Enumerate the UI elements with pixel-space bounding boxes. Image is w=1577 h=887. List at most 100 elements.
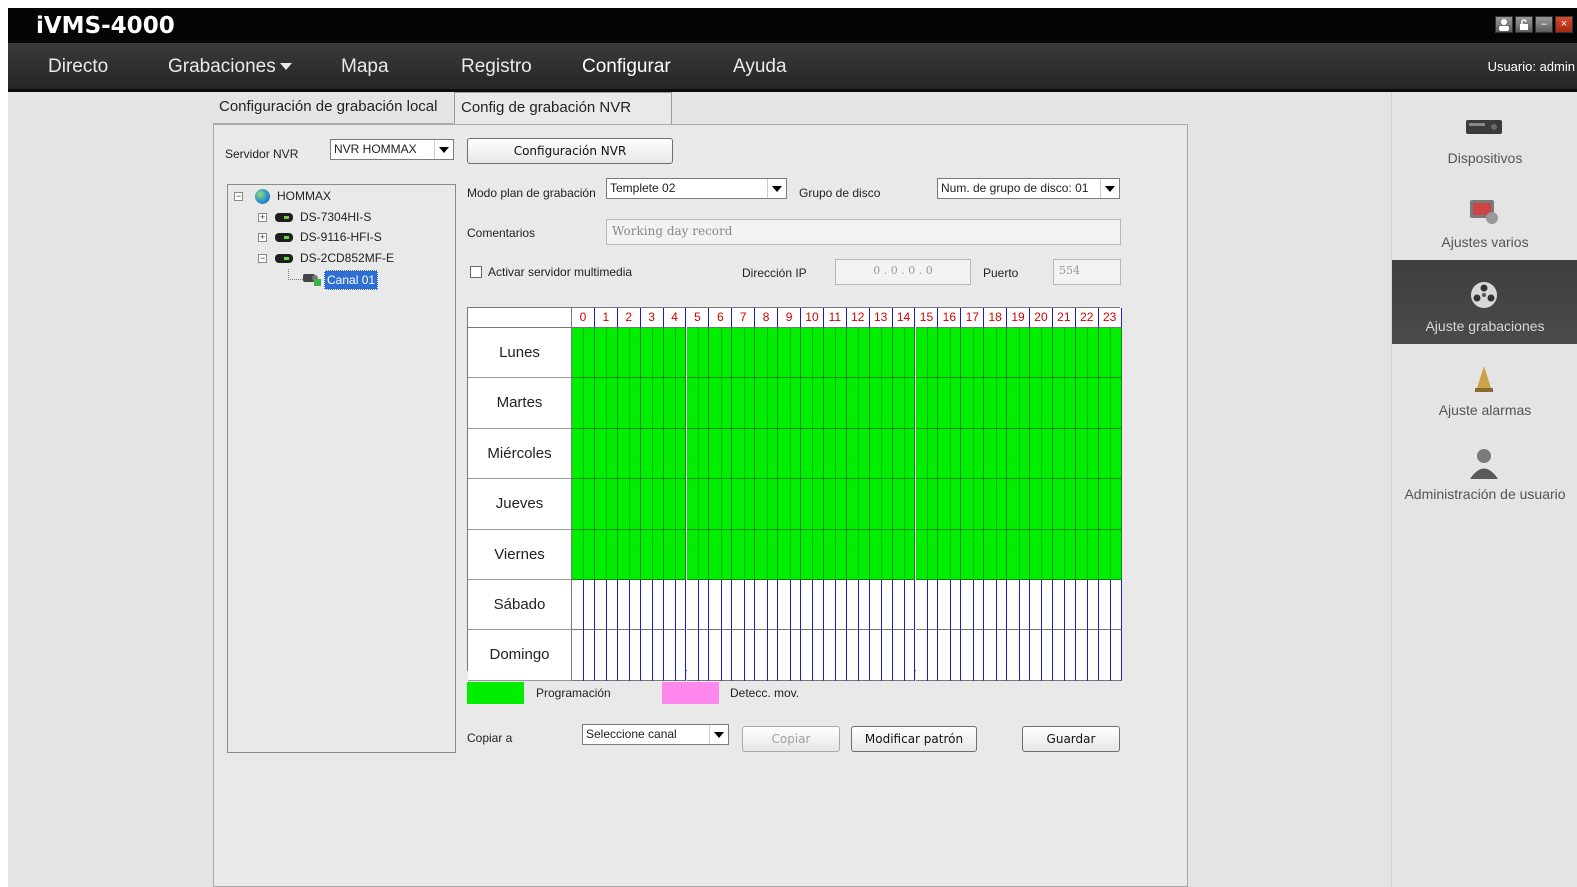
half-hour-line — [652, 428, 654, 480]
sidebar-item-recording[interactable]: Ajuste grabaciones — [1392, 260, 1577, 344]
half-hour-line — [720, 529, 722, 580]
half-hour-line — [904, 580, 906, 631]
tab-local-recording[interactable]: Configuración de grabación local — [213, 92, 453, 124]
close-button[interactable]: × — [1555, 16, 1573, 33]
hour-header: 5 — [686, 308, 710, 328]
sidebar-item-users[interactable]: Administración de usuario — [1392, 428, 1577, 512]
half-hour-line — [720, 328, 722, 379]
modify-pattern-button[interactable]: Modificar patrón — [851, 726, 977, 752]
half-hour-line — [766, 328, 768, 379]
half-hour-line — [1041, 428, 1043, 480]
half-hour-line — [949, 479, 951, 530]
half-hour-line — [629, 580, 631, 631]
half-hour-line — [720, 630, 722, 681]
half-hour-line — [583, 428, 585, 480]
half-hour-line — [652, 328, 654, 379]
port-input[interactable]: 554 — [1053, 259, 1121, 285]
menu-directo[interactable]: Directo — [48, 56, 108, 78]
comments-input[interactable]: Working day record — [606, 219, 1121, 245]
tree-expand-icon[interactable]: + — [258, 233, 267, 242]
half-hour-line — [972, 328, 974, 379]
lock-icon[interactable] — [1515, 16, 1533, 33]
half-hour-line — [583, 328, 585, 379]
sidebar-item-alarms[interactable]: Ajuste alarmas — [1392, 344, 1577, 428]
menu-grabaciones[interactable]: Grabaciones — [168, 56, 292, 78]
sidebar-item-settings[interactable]: Ajustes varios — [1392, 176, 1577, 260]
tree-device-3[interactable]: − DS-2CD852MF-E — [258, 249, 438, 267]
half-hour-line — [766, 479, 768, 530]
tab-nvr-recording[interactable]: Config de grabación NVR — [454, 92, 672, 124]
half-hour-line — [583, 479, 585, 530]
plan-mode-select[interactable]: Templete 02 — [606, 178, 787, 199]
disk-group-value: Num. de grupo de disco: 01 — [941, 181, 1089, 195]
channel-select[interactable]: Seleccione canal — [582, 724, 729, 745]
ip-address-input[interactable]: 0 . 0 . 0 . 0 — [835, 259, 971, 285]
schedule-grid[interactable]: 0 1 2 3 4 5 6 7 8 9 10 11 12 13 14 15 16 17 18 19 20 21 22 23 Lu… — [467, 307, 1122, 681]
day-label: Jueves — [468, 479, 572, 530]
config-sidebar: Dispositivos Ajustes varios Ajuste graba… — [1391, 92, 1577, 887]
half-hour-line — [1018, 580, 1020, 631]
half-hour-line — [972, 630, 974, 681]
chevron-down-icon[interactable] — [1100, 179, 1119, 198]
minimize-icon: – — [1540, 18, 1548, 30]
half-hour-line — [835, 630, 837, 681]
half-hour-line — [1087, 580, 1089, 631]
tree-device-2[interactable]: + DS-9116-HFI-S — [258, 228, 438, 246]
half-hour-line — [720, 378, 722, 429]
chevron-down-icon[interactable] — [767, 179, 786, 198]
half-hour-line — [697, 328, 699, 379]
tree-expand-icon[interactable]: + — [258, 213, 267, 222]
nvr-server-select[interactable]: NVR HOMMAX — [330, 139, 454, 160]
half-hour-line — [812, 580, 814, 631]
half-hour-line — [1087, 529, 1089, 580]
half-hour-line — [881, 630, 883, 681]
dvr-icon — [275, 233, 293, 242]
day-label: Martes — [468, 378, 572, 429]
title-bar: iVMS-4000 – × — [8, 8, 1577, 43]
half-hour-line — [766, 428, 768, 480]
menu-mapa[interactable]: Mapa — [341, 56, 389, 78]
chevron-down-icon — [279, 63, 292, 71]
ip-address-label: Dirección IP — [742, 266, 807, 280]
half-hour-line — [1087, 479, 1089, 530]
chevron-down-icon[interactable] — [709, 725, 728, 744]
menu-ayuda[interactable]: Ayuda — [733, 56, 787, 78]
minimize-button[interactable]: – — [1535, 16, 1553, 33]
hour-header: 16 — [938, 308, 962, 328]
half-hour-line — [1064, 630, 1066, 681]
half-hour-line — [697, 580, 699, 631]
tree-collapse-icon[interactable]: − — [234, 192, 243, 201]
save-button[interactable]: Guardar — [1022, 726, 1120, 752]
chevron-down-icon[interactable] — [434, 140, 453, 159]
tree-root-hommax[interactable]: − HOMMAX — [234, 187, 434, 205]
half-hour-line — [812, 529, 814, 580]
tree-device-label: DS-2CD852MF-E — [300, 251, 395, 265]
menu-registro[interactable]: Registro — [461, 56, 532, 78]
half-hour-line — [1064, 580, 1066, 631]
half-hour-line — [583, 580, 585, 631]
half-hour-line — [995, 479, 997, 530]
globe-icon — [255, 189, 270, 204]
half-hour-line — [1041, 328, 1043, 379]
sidebar-item-label: Ajuste grabaciones — [1425, 318, 1545, 334]
user-icon[interactable] — [1495, 16, 1513, 33]
copy-button[interactable]: Copiar — [742, 726, 840, 752]
hour-header: 12 — [846, 308, 870, 328]
tree-collapse-icon[interactable]: − — [258, 254, 267, 263]
nvr-config-button[interactable]: Configuración NVR — [467, 138, 673, 164]
sidebar-item-devices[interactable]: Dispositivos — [1392, 92, 1577, 176]
half-hour-line — [629, 428, 631, 480]
disk-group-select[interactable]: Num. de grupo de disco: 01 — [937, 178, 1120, 199]
half-hour-line — [629, 378, 631, 429]
tree-device-1[interactable]: + DS-7304HI-S — [258, 208, 438, 226]
menu-configurar[interactable]: Configurar — [582, 56, 671, 78]
channel-select-value: Seleccione canal — [586, 727, 677, 741]
tree-channel-01[interactable]: Canal 01 — [302, 270, 422, 290]
half-hour-line — [1087, 428, 1089, 480]
half-hour-line — [972, 479, 974, 530]
media-server-checkbox[interactable] — [470, 266, 482, 278]
user-icon — [1470, 449, 1498, 479]
half-hour-line — [766, 378, 768, 429]
day-label: Domingo — [468, 630, 572, 681]
half-hour-line — [720, 428, 722, 480]
